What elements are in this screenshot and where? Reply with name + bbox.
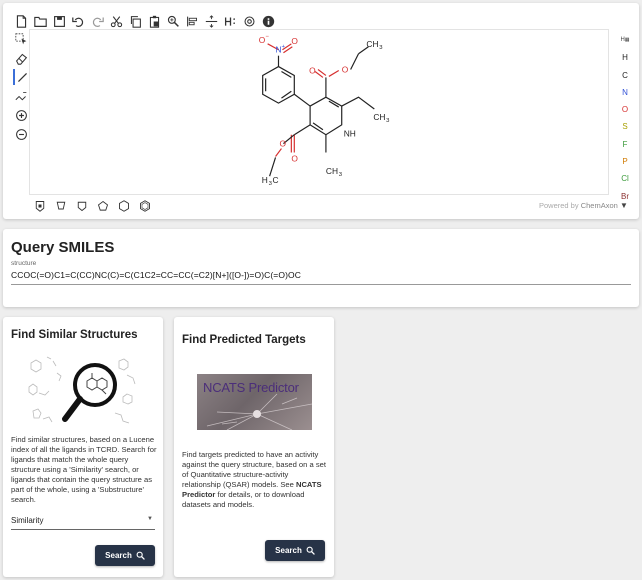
- search-type-value: Similarity: [11, 516, 44, 525]
- charge-minus: −: [266, 34, 270, 40]
- bond-h3c: [269, 157, 277, 177]
- structure-label: structure: [11, 260, 37, 267]
- new-file-icon[interactable]: [13, 13, 29, 29]
- atom-palette: H▦ H C N O S F P Cl Br: [614, 32, 636, 205]
- template-cyclopropane-icon[interactable]: [53, 198, 69, 214]
- template-benzene-icon[interactable]: [137, 198, 153, 214]
- ncats-predictor-image-text: NCATS Predictor: [203, 380, 299, 395]
- ncats-predictor-image: NCATS Predictor: [197, 374, 312, 430]
- predicted-search-label: Search: [275, 546, 302, 555]
- select-caret-icon: ▼: [147, 516, 153, 522]
- template-hexagon-icon[interactable]: [116, 198, 132, 214]
- increase-charge-icon[interactable]: [13, 107, 29, 123]
- atom-ch3-top-sub: 3: [379, 45, 383, 51]
- atom-button-p[interactable]: P: [614, 153, 636, 170]
- predicted-search-button[interactable]: Search: [265, 540, 325, 561]
- decrease-charge-icon[interactable]: [13, 126, 29, 142]
- single-bond-tool-icon[interactable]: [13, 69, 29, 85]
- align-vertical-icon[interactable]: [203, 13, 219, 29]
- drawing-canvas[interactable]: O − N + O O O CH 3 CH 3 NH O O H 3 C CH …: [29, 29, 609, 195]
- undo-icon[interactable]: [70, 13, 86, 29]
- settings-icon[interactable]: [241, 13, 257, 29]
- atom-nh: NH: [344, 129, 356, 139]
- eraser-icon[interactable]: [13, 50, 29, 66]
- molecule-drawing: O − N + O O O CH 3 CH 3 NH O O H 3 C CH …: [259, 34, 390, 187]
- powered-by: Powered by ChemAxon: [539, 201, 618, 210]
- open-folder-icon[interactable]: [32, 13, 48, 29]
- cut-icon[interactable]: [108, 13, 124, 29]
- chain-tool-icon[interactable]: [13, 88, 29, 104]
- zoom-tool-icon[interactable]: [165, 13, 181, 29]
- bottom-toolbar: [32, 198, 153, 214]
- periodic-table-button[interactable]: H▦: [614, 32, 636, 49]
- top-toolbar: [13, 13, 276, 29]
- predicted-targets-description: Find targets predicted to have an activi…: [182, 450, 328, 510]
- similar-search-button[interactable]: Search: [95, 545, 155, 566]
- charge-plus: +: [281, 44, 285, 50]
- similar-search-label: Search: [105, 551, 132, 560]
- palette-more-chevron-icon[interactable]: ▼: [620, 201, 628, 210]
- atom-o-ester-bottom: O: [279, 139, 286, 149]
- atom-o-nitro: O: [291, 36, 298, 46]
- atom-ch3-bottom: CH: [326, 166, 338, 176]
- add-hydrogens-icon[interactable]: [222, 13, 238, 29]
- align-horizontal-icon[interactable]: [184, 13, 200, 29]
- atom-ch3-top: CH: [366, 39, 378, 49]
- save-icon[interactable]: [51, 13, 67, 29]
- powered-by-text: Powered by: [539, 201, 579, 210]
- atom-ch3-bottom-sub: 3: [339, 172, 343, 178]
- atom-ch3-right: CH: [373, 112, 385, 122]
- atom-button-c[interactable]: C: [614, 67, 636, 84]
- atom-o-carbonyl-bottom: O: [291, 153, 298, 163]
- atom-button-n[interactable]: N: [614, 84, 636, 101]
- predicted-targets-title: Find Predicted Targets: [182, 334, 306, 346]
- atom-h3c-h: H: [262, 175, 268, 185]
- atom-button-f[interactable]: F: [614, 136, 636, 153]
- atom-o-carbonyl-top: O: [309, 65, 316, 75]
- info-icon[interactable]: [260, 13, 276, 29]
- search-type-select[interactable]: Similarity ▼: [11, 516, 155, 530]
- find-similar-card: Find Similar Structures Find similar str…: [3, 317, 163, 577]
- template-cyclobutane-icon[interactable]: [74, 198, 90, 214]
- search-icon: [136, 551, 145, 560]
- find-similar-title: Find Similar Structures: [11, 329, 138, 341]
- select-tool-icon[interactable]: [13, 31, 29, 47]
- atom-button-h[interactable]: H: [614, 49, 636, 66]
- smiles-field[interactable]: CCOC(=O)C1=C(CC)NC(C)=C(C1C2=CC=CC(=C2)[…: [11, 270, 301, 280]
- atom-button-cl[interactable]: Cl: [614, 170, 636, 187]
- redo-icon[interactable]: [89, 13, 105, 29]
- powered-by-brand: ChemAxon: [580, 201, 618, 210]
- template-benzene-shield-icon[interactable]: [32, 198, 48, 214]
- find-similar-description: Find similar structures, based on a Luce…: [11, 435, 157, 504]
- atom-o-ester-top: O: [342, 64, 349, 74]
- atom-button-s[interactable]: S: [614, 118, 636, 135]
- query-title: Query SMILES: [11, 239, 115, 256]
- copy-icon[interactable]: [127, 13, 143, 29]
- atom-h3c-c: C: [273, 175, 279, 185]
- atom-ch3-right-sub: 3: [386, 118, 390, 124]
- query-smiles-panel: Query SMILES structure CCOC(=O)C1=C(CC)N…: [3, 229, 639, 307]
- atom-button-o[interactable]: O: [614, 101, 636, 118]
- template-pentagon-icon[interactable]: [95, 198, 111, 214]
- magnifier-molecules-icon: [28, 356, 136, 424]
- paste-icon[interactable]: [146, 13, 162, 29]
- predicted-targets-card: Find Predicted Targets NCATS Predictor F…: [174, 317, 334, 577]
- left-toolbar: [12, 31, 30, 145]
- smiles-field-underline: [11, 284, 631, 285]
- search-icon: [306, 546, 315, 555]
- structure-editor: O − N + O O O CH 3 CH 3 NH O O H 3 C CH …: [3, 3, 639, 219]
